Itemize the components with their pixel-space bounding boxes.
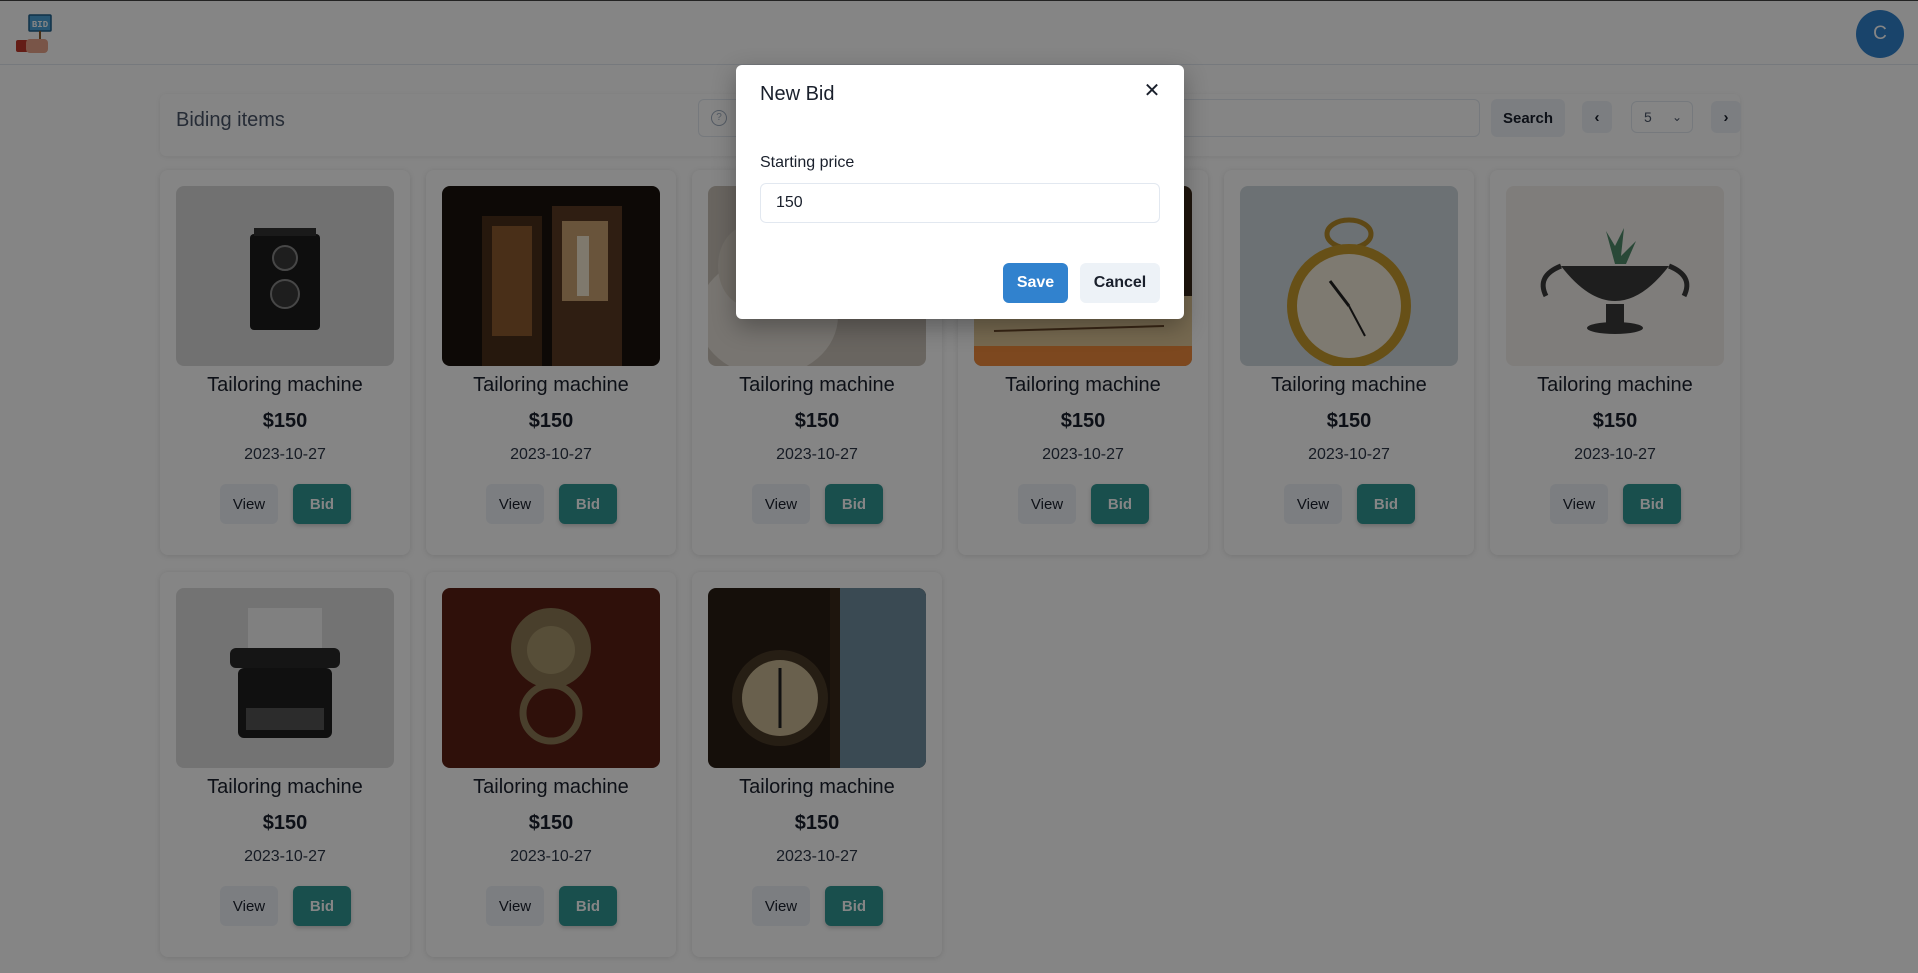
save-button[interactable]: Save (1003, 263, 1068, 303)
modal-title: New Bid (760, 83, 835, 105)
starting-price-label: Starting price (760, 154, 855, 171)
cancel-button[interactable]: Cancel (1080, 263, 1160, 303)
starting-price-input[interactable] (760, 183, 1160, 223)
close-icon[interactable]: ✕ (1140, 79, 1164, 103)
new-bid-modal: New Bid ✕ Starting price Save Cancel (736, 65, 1184, 319)
